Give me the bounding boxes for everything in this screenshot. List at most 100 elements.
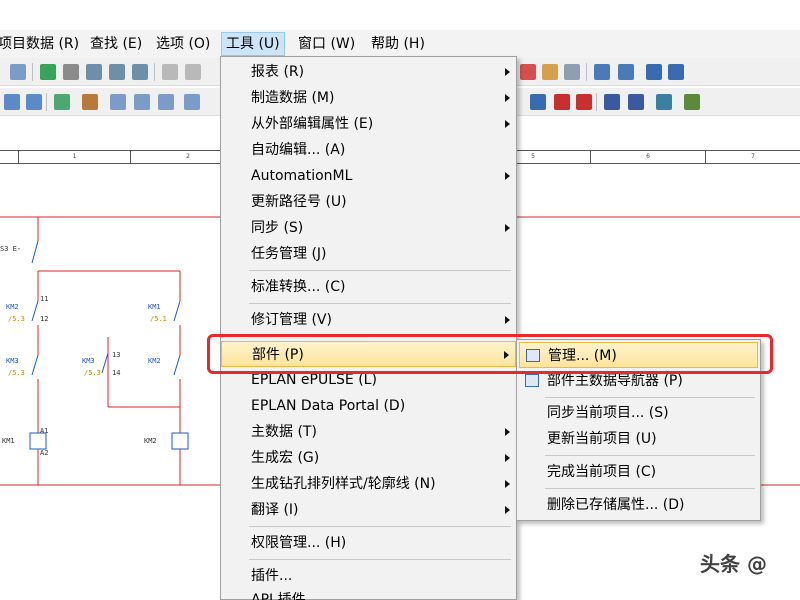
menu-window[interactable]: 窗口 (W) (294, 32, 359, 56)
ruler-cell: 6 (590, 151, 705, 163)
cross-connection-icon[interactable] (554, 94, 570, 110)
back-icon[interactable] (162, 64, 178, 80)
label-pin: 14 (112, 369, 121, 377)
label-km2-b: KM2 (148, 357, 161, 365)
label-s3: S3 E- (0, 245, 22, 253)
menu-item-task-management[interactable]: 任务管理 (J) (221, 241, 516, 267)
contact-km2-a (31, 300, 39, 322)
menu-bar: 项目数据 (R) 查找 (E) 选项 (O) 工具 (U) 窗口 (W) 帮助 … (0, 30, 800, 58)
toolbar-separator (586, 63, 587, 81)
contact-km1-a (173, 300, 181, 322)
contact-km3-b (101, 352, 109, 374)
menu-tools[interactable]: 工具 (U) (221, 32, 285, 56)
connection-icon[interactable] (530, 94, 546, 110)
menu-item-rights-management[interactable]: 权限管理... (H) (221, 530, 516, 556)
submenu-arrow-icon (505, 94, 510, 102)
menu-item-reports[interactable]: 报表 (R) (221, 59, 516, 85)
report-icon[interactable] (520, 64, 536, 80)
submenu-item-label: 删除已存储属性... (D) (547, 497, 685, 513)
submenu-arrow-icon (505, 316, 510, 324)
menu-project-data[interactable]: 项目数据 (R) (0, 32, 83, 56)
menu-item-drilling-pattern[interactable]: 生成钻孔排列样式/轮廓线 (N) (221, 471, 516, 497)
menu-item-label: 更新路径号 (U) (251, 194, 347, 210)
copy-icon[interactable] (4, 94, 20, 110)
menu-separator (249, 270, 511, 271)
label-pin: A1 (40, 427, 49, 435)
menu-item-auto-edit[interactable]: 自动编辑... (A) (221, 137, 516, 163)
menu-item-label: 任务管理 (J) (251, 246, 327, 262)
cart-icon[interactable] (646, 64, 662, 80)
menu-item-revision[interactable]: 修订管理 (V) (221, 307, 516, 333)
highlight-annotation-box (207, 334, 773, 374)
label-km3: KM3 (6, 357, 19, 365)
toolbar-separator (32, 63, 33, 81)
menu-item-label: 标准转换... (C) (251, 279, 346, 295)
symbol-icon[interactable] (594, 64, 610, 80)
cable-icon[interactable] (184, 94, 200, 110)
ruler-cell: 1 (18, 151, 130, 163)
menu-item-automationml[interactable]: AutomationML (221, 163, 516, 189)
insert-symbol-icon[interactable] (54, 94, 70, 110)
menu-find[interactable]: 查找 (E) (86, 32, 146, 56)
label-ref: /5.3 (8, 315, 25, 323)
plug-icon[interactable] (158, 94, 174, 110)
menu-item-translate[interactable]: 翻译 (I) (221, 497, 516, 523)
forward-icon[interactable] (185, 64, 201, 80)
toolbar-separator (46, 93, 47, 111)
menu-item-standard-convert[interactable]: 标准转换... (C) (221, 274, 516, 300)
menu-item-label: 插件... (251, 568, 293, 584)
menu-item-label: 翻译 (I) (251, 502, 299, 518)
refresh-icon[interactable] (40, 64, 56, 80)
menu-item-api-addins[interactable]: API 插件 (221, 587, 516, 600)
submenu-arrow-icon (505, 428, 510, 436)
submenu-arrow-icon (505, 506, 510, 514)
menu-item-manufacturing-data[interactable]: 制造数据 (M) (221, 85, 516, 111)
menu-separator (545, 488, 755, 489)
contact-km2-b (173, 354, 181, 376)
angle-left-icon[interactable] (604, 94, 620, 110)
menu-item-label: 报表 (R) (251, 64, 305, 80)
menu-options[interactable]: 选项 (O) (152, 32, 214, 56)
submenu-arrow-icon (505, 172, 510, 180)
menu-help[interactable]: 帮助 (H) (367, 32, 429, 56)
text-icon[interactable] (668, 64, 684, 80)
coil-km1 (29, 432, 47, 450)
grid-icon[interactable] (82, 94, 98, 110)
menu-item-label: EPLAN Data Portal (D) (251, 398, 406, 414)
menu-separator (545, 397, 755, 398)
toolbar-separator (154, 63, 155, 81)
submenu-item-complete-project[interactable]: 完成当前项目 (C) (519, 459, 758, 485)
submenu-item-delete-properties[interactable]: 删除已存储属性... (D) (519, 492, 758, 518)
submenu-item-sync-project[interactable]: 同步当前项目... (S) (519, 400, 758, 426)
zoom-out-icon[interactable] (109, 64, 125, 80)
paste-icon[interactable] (26, 94, 42, 110)
device-icon[interactable] (110, 94, 126, 110)
break-icon[interactable] (576, 94, 592, 110)
angle-down-icon[interactable] (656, 94, 672, 110)
menu-item-generate-macro[interactable]: 生成宏 (G) (221, 445, 516, 471)
submenu-item-label: 部件主数据导航器 (P) (547, 373, 683, 389)
menu-item-sync[interactable]: 同步 (S) (221, 215, 516, 241)
jump-icon[interactable] (684, 94, 700, 110)
angle-right-icon[interactable] (628, 94, 644, 110)
zoom-fit-icon[interactable] (132, 64, 148, 80)
submenu-item-update-project[interactable]: 更新当前项目 (U) (519, 426, 758, 452)
target-icon[interactable] (618, 64, 634, 80)
label-km2-coil: KM2 (144, 437, 157, 445)
report-list-icon[interactable] (564, 64, 580, 80)
menu-item-label: 制造数据 (M) (251, 90, 335, 106)
contact-group (29, 240, 189, 450)
menu-item-addins[interactable]: 插件... (221, 563, 516, 589)
menu-item-data-portal[interactable]: EPLAN Data Portal (D) (221, 393, 516, 419)
report-table-icon[interactable] (542, 64, 558, 80)
table-icon[interactable] (10, 64, 26, 80)
zoom-window-icon[interactable] (63, 64, 79, 80)
menu-item-edit-external[interactable]: 从外部编辑属性 (E) (221, 111, 516, 137)
zoom-in-icon[interactable] (86, 64, 102, 80)
menu-item-master-data[interactable]: 主数据 (T) (221, 419, 516, 445)
menu-item-update-path[interactable]: 更新路径号 (U) (221, 189, 516, 215)
label-km2: KM2 (6, 303, 19, 311)
submenu-arrow-icon (505, 454, 510, 462)
terminal-icon[interactable] (134, 94, 150, 110)
submenu-arrow-icon (505, 120, 510, 128)
